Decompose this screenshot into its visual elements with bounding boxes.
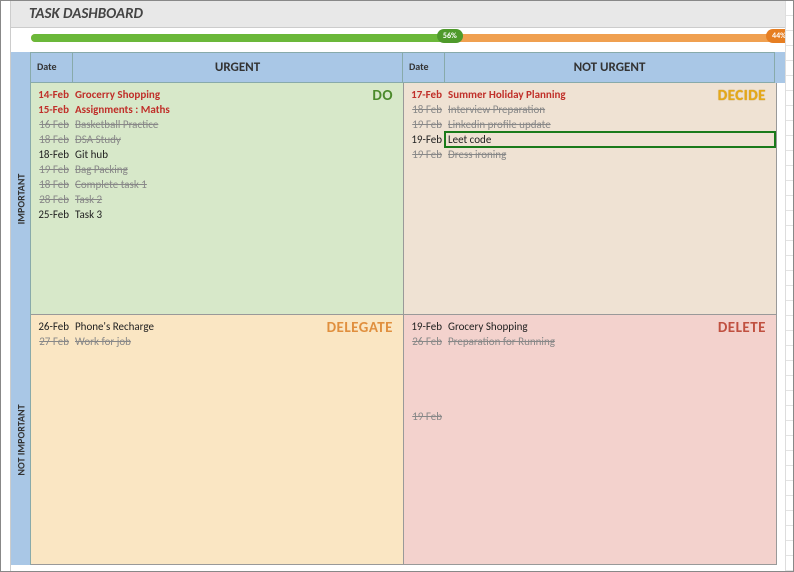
date-header-left: Date [31, 52, 73, 83]
task-date: 18-Feb [31, 147, 71, 162]
task-line[interactable]: 16 FebBasketball Practice [31, 117, 397, 132]
task-line[interactable]: 25-FebTask 3 [31, 207, 397, 222]
task-text: Grocerry Shopping [71, 87, 397, 102]
important-row: IMPORTANT DO 14-FebGrocerry Shopping15-F… [11, 83, 793, 315]
task-date: 17-Feb [404, 87, 444, 102]
task-date: 15-Feb [31, 102, 71, 117]
quadrant-delegate[interactable]: DELEGATE 26-FebPhone's Recharge27 FebWor… [31, 315, 404, 565]
not-important-label-col: NOT IMPORTANT [11, 315, 31, 565]
task-line[interactable]: 19 Feb [404, 409, 770, 424]
task-line[interactable]: 18-FebGit hub [31, 147, 397, 162]
quadrant-do-label: DO [372, 87, 393, 105]
task-text: Task 3 [71, 207, 397, 222]
task-date: 19-Feb [404, 319, 444, 334]
task-date: 14-Feb [31, 87, 71, 102]
task-text: Complete task 1 [71, 177, 397, 192]
quadrant-delete-label: DELETE [718, 319, 766, 337]
task-date: 16 Feb [31, 117, 71, 132]
task-text: DSA Study [71, 132, 397, 147]
task-date: 18 Feb [404, 102, 444, 117]
task-date: 28 Feb [31, 192, 71, 207]
task-date: 18 Feb [31, 132, 71, 147]
task-date: 19 Feb [404, 117, 444, 132]
task-text: Leet code [444, 132, 770, 147]
urgent-header: URGENT [73, 52, 403, 83]
progress-row: 56% 44% [1, 28, 793, 52]
task-date: 26 Feb [404, 334, 444, 349]
task-line[interactable]: 15-FebAssignments : Maths [31, 102, 397, 117]
task-line[interactable]: 14-FebGrocerry Shopping [31, 87, 397, 102]
column-headers: Date URGENT Date NOT URGENT [11, 52, 793, 83]
task-line[interactable]: 17-FebSummer Holiday Planning [404, 87, 770, 102]
task-text: Linkedin profile update [444, 117, 770, 132]
row-gutter [1, 1, 11, 571]
task-date: 19 Feb [404, 409, 444, 424]
not-important-label: NOT IMPORTANT [14, 404, 27, 475]
progress-bar: 56% 44% [31, 34, 779, 42]
side-col-spacer [11, 52, 31, 83]
progress-done-bubble: 56% [437, 29, 463, 43]
task-text: Task 2 [71, 192, 397, 207]
task-line[interactable]: 19 FebLinkedin profile update [404, 117, 770, 132]
task-date: 19 Feb [31, 162, 71, 177]
task-date: 19-Feb [404, 132, 444, 147]
task-line[interactable]: 19 FebDress ironing [404, 147, 770, 162]
task-date: 26-Feb [31, 319, 71, 334]
not-important-row: NOT IMPORTANT DELEGATE 26-FebPhone's Rec… [11, 315, 793, 565]
task-line[interactable]: 19 FebBag Packing [31, 162, 397, 177]
task-text: Bag Packing [71, 162, 397, 177]
important-label-col: IMPORTANT [11, 83, 31, 315]
page-title: TASK DASHBOARD [1, 1, 793, 28]
quadrant-do[interactable]: DO 14-FebGrocerry Shopping15-FebAssignme… [31, 83, 404, 315]
quadrant-decide-label: DECIDE [718, 87, 766, 105]
quadrant-decide[interactable]: DECIDE 17-FebSummer Holiday Planning18 F… [404, 83, 777, 315]
task-line[interactable]: 19-FebGrocery Shopping [404, 319, 770, 334]
not-urgent-header: NOT URGENT [445, 52, 775, 83]
progress-fill [31, 34, 450, 42]
task-text: Dress ironing [444, 147, 770, 162]
task-line[interactable]: 26 FebPreparation for Running [404, 334, 770, 349]
task-line[interactable]: 18 FebInterview Preparation [404, 102, 770, 117]
task-text: Assignments : Maths [71, 102, 397, 117]
date-header-right: Date [403, 52, 445, 83]
right-ruler [785, 1, 793, 571]
task-text: Basketball Practice [71, 117, 397, 132]
task-date: 25-Feb [31, 207, 71, 222]
task-line[interactable]: 19-FebLeet code [404, 132, 770, 147]
quadrant-delete[interactable]: DELETE 19-FebGrocery Shopping26 FebPrepa… [404, 315, 777, 565]
task-text: Git hub [71, 147, 397, 162]
task-line[interactable]: 28 FebTask 2 [31, 192, 397, 207]
task-date: 19 Feb [404, 147, 444, 162]
task-date: 18 Feb [31, 177, 71, 192]
quadrant-delegate-label: DELEGATE [327, 319, 393, 337]
task-date: 27 Feb [31, 334, 71, 349]
task-line[interactable]: 18 FebDSA Study [31, 132, 397, 147]
task-line[interactable]: 18 FebComplete task 1 [31, 177, 397, 192]
task-dashboard: TASK DASHBOARD 56% 44% Date URGENT Date … [0, 0, 794, 572]
important-label: IMPORTANT [14, 174, 27, 225]
